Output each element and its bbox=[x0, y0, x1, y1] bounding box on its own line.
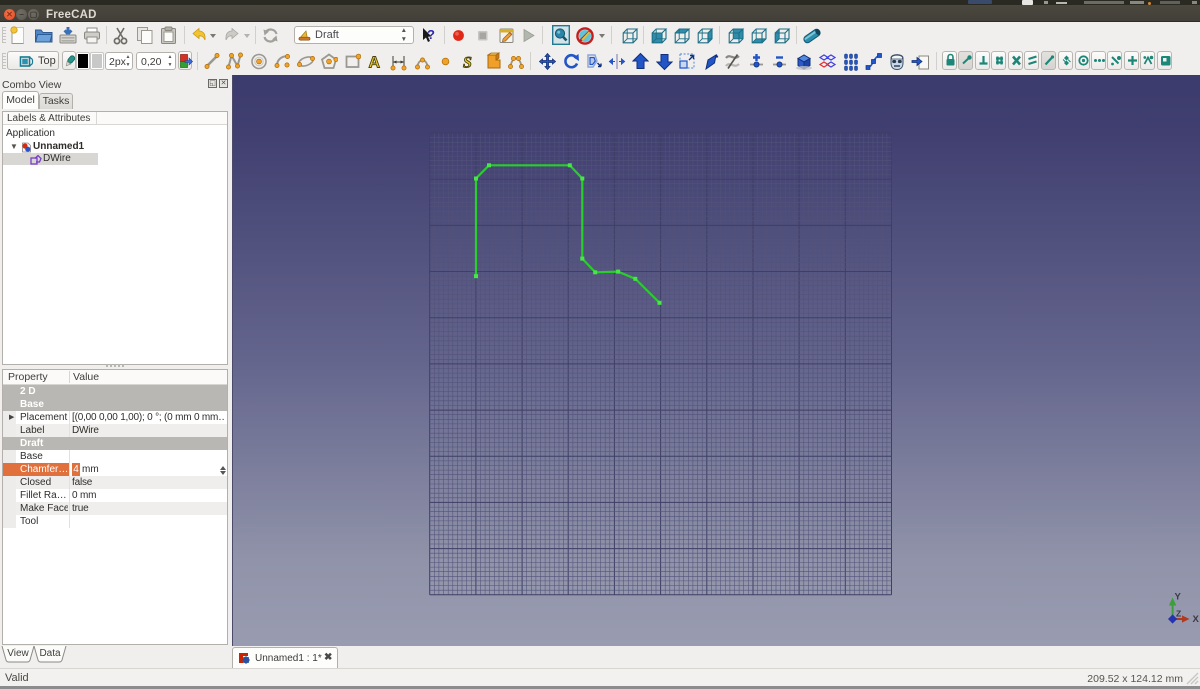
svg-text:Z: Z bbox=[1176, 609, 1181, 619]
svg-text:?: ? bbox=[427, 27, 435, 42]
svg-text:S: S bbox=[463, 55, 472, 72]
svg-text:Y: Y bbox=[1175, 592, 1182, 603]
svg-text:A: A bbox=[369, 55, 381, 72]
svg-text:X: X bbox=[1193, 614, 1200, 625]
